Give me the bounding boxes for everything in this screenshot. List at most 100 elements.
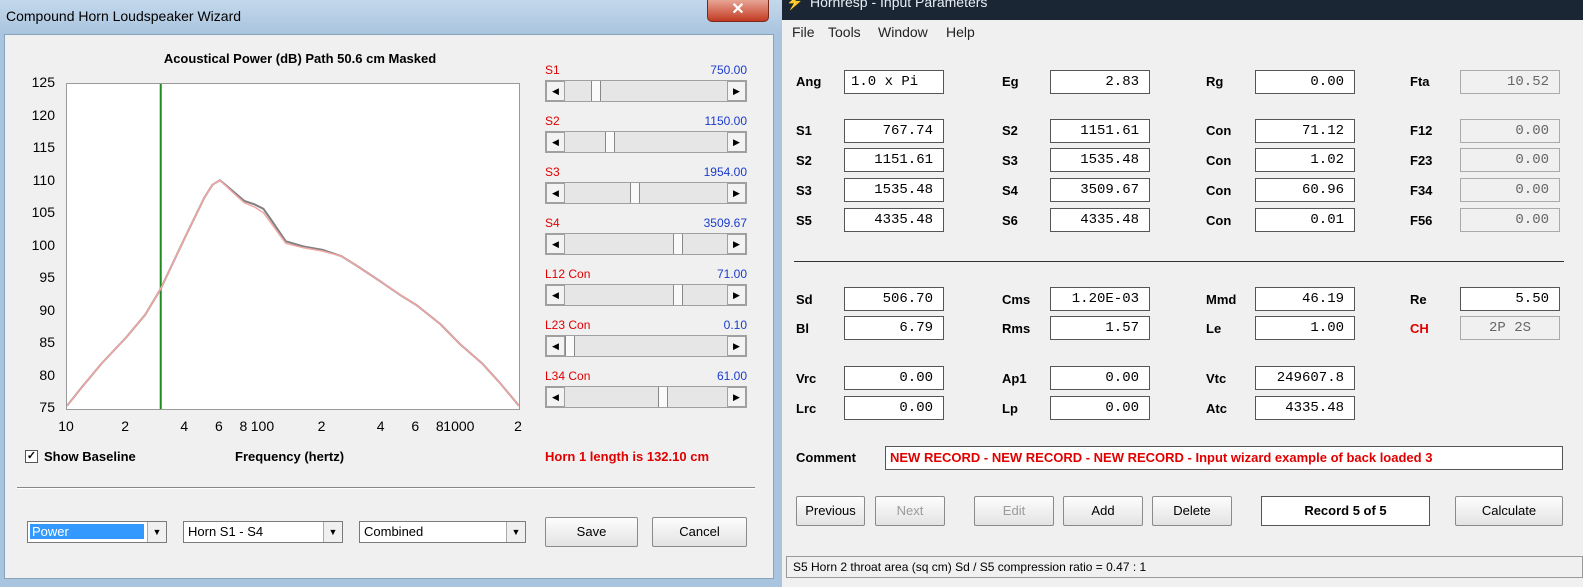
- arrow-right-icon[interactable]: ▶: [727, 132, 746, 152]
- show-baseline-checkbox[interactable]: ✓ Show Baseline: [25, 449, 136, 464]
- close-icon[interactable]: ✕: [707, 0, 769, 22]
- arrow-left-icon[interactable]: ◀: [546, 285, 565, 305]
- con3-label: Con: [1206, 183, 1232, 198]
- con3-field[interactable]: 60.96: [1255, 178, 1355, 202]
- s5-field[interactable]: 4335.48: [844, 208, 944, 232]
- lrc-field[interactable]: 0.00: [844, 396, 944, 420]
- slider-scrollbar[interactable]: ◀ ▶: [545, 335, 747, 357]
- slider-thumb[interactable]: [673, 234, 683, 254]
- s1-field[interactable]: 767.74: [844, 119, 944, 143]
- slider-label: S4: [545, 216, 560, 230]
- output-type-select[interactable]: Power ▼: [27, 521, 167, 543]
- arrow-left-icon[interactable]: ◀: [546, 183, 565, 203]
- next-button[interactable]: Next: [875, 496, 945, 526]
- ch-field[interactable]: 2P 2S: [1460, 316, 1560, 340]
- wizard-title-bar[interactable]: Compound Horn Loudspeaker Wizard: [0, 0, 782, 34]
- slider-thumb[interactable]: [605, 132, 615, 152]
- previous-button[interactable]: Previous: [796, 496, 865, 526]
- mmd-field[interactable]: 46.19: [1255, 287, 1355, 311]
- atc-field[interactable]: 4335.48: [1255, 396, 1355, 420]
- vtc-field[interactable]: 249607.8: [1255, 366, 1355, 390]
- arrow-left-icon[interactable]: ◀: [546, 132, 565, 152]
- slider-scrollbar[interactable]: ◀ ▶: [545, 386, 747, 408]
- slider-track[interactable]: [565, 336, 727, 356]
- arrow-left-icon[interactable]: ◀: [546, 336, 565, 356]
- chevron-down-icon[interactable]: ▼: [323, 522, 342, 542]
- ap1-field[interactable]: 0.00: [1050, 366, 1150, 390]
- slider-scrollbar[interactable]: ◀ ▶: [545, 80, 747, 102]
- s2b-field[interactable]: 1151.61: [844, 148, 944, 172]
- con2-field[interactable]: 1.02: [1255, 148, 1355, 172]
- slider-thumb[interactable]: [658, 387, 668, 407]
- checkbox-icon[interactable]: ✓: [25, 450, 38, 463]
- ang-field[interactable]: 1.0 x Pi: [844, 70, 944, 94]
- slider-track[interactable]: [565, 132, 727, 152]
- delete-button[interactable]: Delete: [1152, 496, 1232, 526]
- y-tick-label: 110: [32, 171, 55, 188]
- arrow-right-icon[interactable]: ▶: [727, 183, 746, 203]
- s4-field[interactable]: 3509.67: [1050, 178, 1150, 202]
- slider-thumb[interactable]: [673, 285, 683, 305]
- con4-field[interactable]: 0.01: [1255, 208, 1355, 232]
- cms-field[interactable]: 1.20E-03: [1050, 287, 1150, 311]
- x-tick-label: 2: [514, 418, 522, 434]
- bl-field[interactable]: 6.79: [844, 316, 944, 340]
- s3-field[interactable]: 1535.48: [1050, 148, 1150, 172]
- s3b-field[interactable]: 1535.48: [844, 178, 944, 202]
- add-button[interactable]: Add: [1063, 496, 1143, 526]
- slider-track[interactable]: [565, 183, 727, 203]
- menu-help[interactable]: Help: [946, 24, 975, 40]
- s2-field[interactable]: 1151.61: [1050, 119, 1150, 143]
- slider-thumb[interactable]: [630, 183, 640, 203]
- slider-track[interactable]: [565, 285, 727, 305]
- save-button[interactable]: Save: [545, 517, 638, 547]
- slider-scrollbar[interactable]: ◀ ▶: [545, 182, 747, 204]
- chevron-down-icon[interactable]: ▼: [506, 522, 525, 542]
- s6-field[interactable]: 4335.48: [1050, 208, 1150, 232]
- rms-field[interactable]: 1.57: [1050, 316, 1150, 340]
- menu-tools[interactable]: Tools: [828, 24, 861, 40]
- arrow-right-icon[interactable]: ▶: [727, 81, 746, 101]
- slider-thumb[interactable]: [565, 336, 575, 356]
- arrow-left-icon[interactable]: ◀: [546, 81, 565, 101]
- combination-select[interactable]: Combined ▼: [359, 521, 526, 543]
- calculate-button[interactable]: Calculate: [1455, 496, 1563, 526]
- cancel-button[interactable]: Cancel: [652, 517, 747, 547]
- comment-field[interactable]: NEW RECORD - NEW RECORD - NEW RECORD - I…: [885, 446, 1563, 470]
- slider-value: 3509.67: [703, 216, 747, 230]
- slider-track[interactable]: [565, 387, 727, 407]
- slider-track[interactable]: [565, 234, 727, 254]
- y-tick-label: 85: [39, 334, 55, 350]
- hornresp-title-bar[interactable]: ⚡ Hornresp - Input Parameters: [782, 0, 1583, 20]
- arrow-right-icon[interactable]: ▶: [727, 387, 746, 407]
- menu-window[interactable]: Window: [878, 24, 928, 40]
- slider-scrollbar[interactable]: ◀ ▶: [545, 284, 747, 306]
- arrow-left-icon[interactable]: ◀: [546, 387, 565, 407]
- slider-scrollbar[interactable]: ◀ ▶: [545, 131, 747, 153]
- wizard-title: Compound Horn Loudspeaker Wizard: [6, 8, 242, 24]
- y-tick-label: 80: [39, 366, 55, 383]
- sd-field[interactable]: 506.70: [844, 287, 944, 311]
- arrow-right-icon[interactable]: ▶: [727, 234, 746, 254]
- le-field[interactable]: 1.00: [1255, 316, 1355, 340]
- edit-button[interactable]: Edit: [974, 496, 1054, 526]
- chevron-down-icon[interactable]: ▼: [147, 522, 166, 542]
- horn-length-text: Horn 1 length is 132.10 cm: [545, 449, 710, 464]
- arrow-right-icon[interactable]: ▶: [727, 285, 746, 305]
- menu-file[interactable]: File: [792, 24, 815, 40]
- s1-label: S1: [796, 123, 812, 138]
- rg-field[interactable]: 0.00: [1255, 70, 1355, 94]
- horn-range-select[interactable]: Horn S1 - S4 ▼: [183, 521, 343, 543]
- arrow-right-icon[interactable]: ▶: [727, 336, 746, 356]
- slider-track[interactable]: [565, 81, 727, 101]
- lp-field[interactable]: 0.00: [1050, 396, 1150, 420]
- fta-label: Fta: [1410, 74, 1430, 89]
- slider-scrollbar[interactable]: ◀ ▶: [545, 233, 747, 255]
- con1-field[interactable]: 71.12: [1255, 119, 1355, 143]
- arrow-left-icon[interactable]: ◀: [546, 234, 565, 254]
- eg-field[interactable]: 2.83: [1050, 70, 1150, 94]
- re-field[interactable]: 5.50: [1460, 287, 1560, 311]
- vrc-field[interactable]: 0.00: [844, 366, 944, 390]
- slider-thumb[interactable]: [591, 81, 601, 101]
- lightning-icon: ⚡: [786, 0, 804, 10]
